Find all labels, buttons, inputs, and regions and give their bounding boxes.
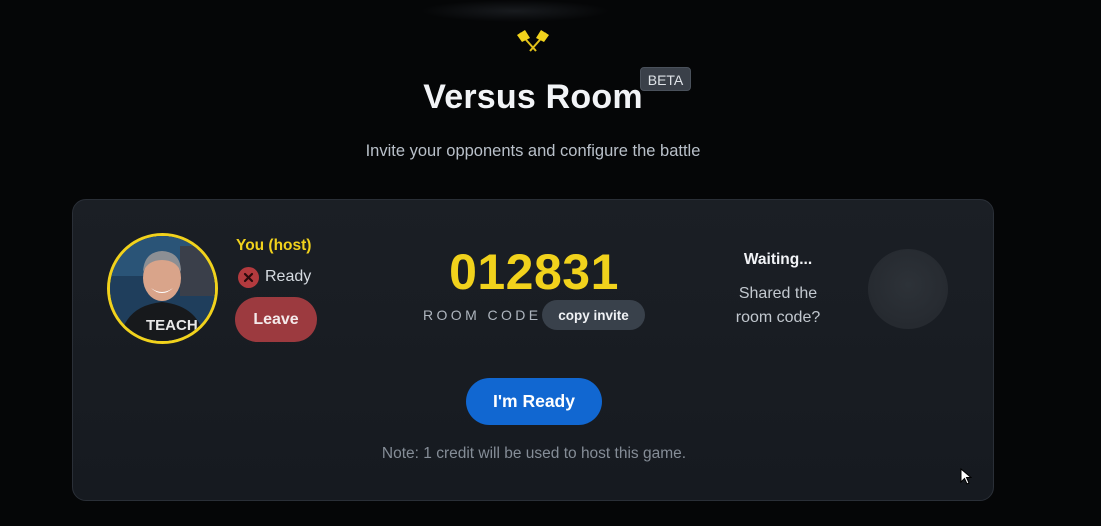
crossed-flags-icon: [517, 30, 549, 52]
im-ready-button[interactable]: I'm Ready: [466, 378, 602, 425]
page-subtitle: Invite your opponents and configure the …: [365, 142, 701, 160]
room-code-label: ROOM CODE: [423, 307, 542, 323]
host-label: You (host): [236, 237, 312, 254]
x-circle-icon: [238, 266, 259, 288]
host-ready-text: Ready: [265, 268, 312, 285]
page-title: Versus Room: [423, 78, 643, 116]
top-glow: [420, 0, 610, 22]
host-photo: TEACH: [110, 236, 215, 341]
mouse-cursor-icon: [960, 468, 972, 485]
opponent-status: Waiting...: [743, 251, 813, 268]
beta-badge: BETA: [640, 67, 691, 91]
host-avatar: TEACH: [107, 233, 218, 344]
room-card: TEACH You (host) Ready Leave 012831 ROOM…: [72, 199, 994, 501]
opponent-avatar-placeholder: [868, 249, 948, 329]
copy-invite-button[interactable]: copy invite: [542, 300, 645, 330]
room-code: 012831: [449, 244, 619, 300]
leave-button[interactable]: Leave: [235, 297, 317, 342]
avatar-shirt-text: TEACH: [146, 317, 198, 334]
host-ready-status: Ready: [238, 265, 311, 289]
opponent-prompt: Shared the room code?: [735, 285, 821, 326]
credit-note: Note: 1 credit will be used to host this…: [381, 445, 687, 462]
